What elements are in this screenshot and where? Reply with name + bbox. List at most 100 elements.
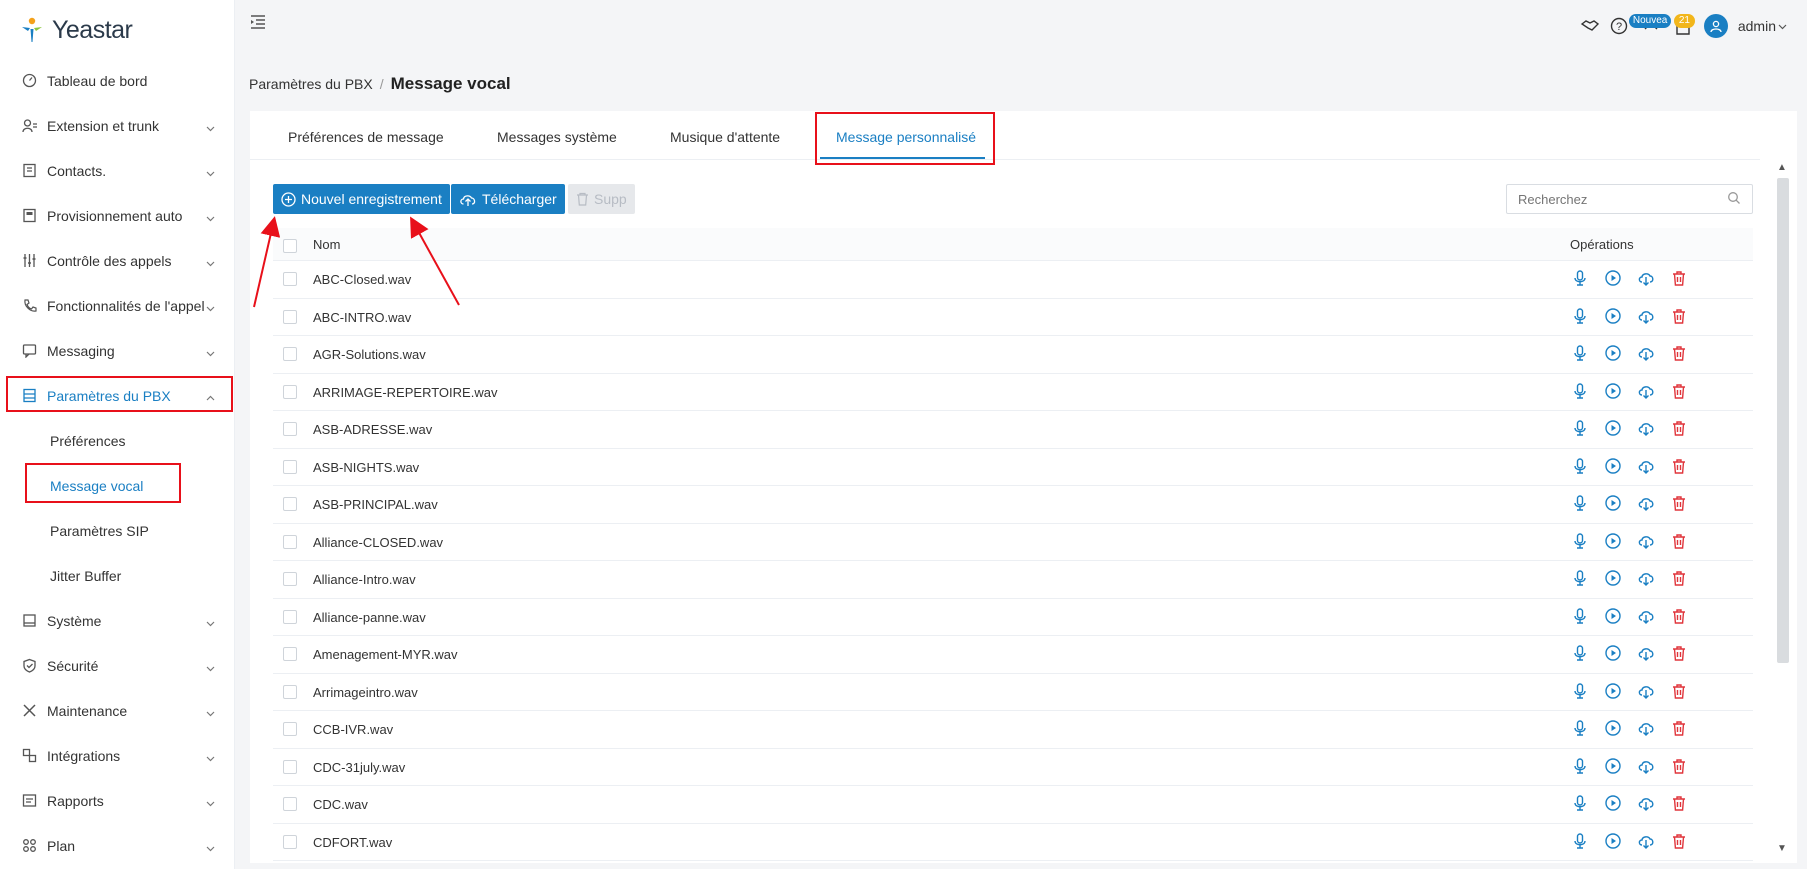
row-checkbox[interactable] — [283, 722, 297, 736]
sidebar-item-extension-et-trunk[interactable]: Extension et trunk — [0, 103, 235, 148]
microphone-icon[interactable] — [1571, 607, 1589, 625]
download-icon[interactable] — [1637, 532, 1655, 550]
row-checkbox[interactable] — [283, 309, 297, 324]
brand-logo[interactable]: Yeastar — [16, 12, 133, 48]
delete-icon[interactable] — [1670, 457, 1688, 475]
handshake-icon[interactable] — [1580, 16, 1600, 36]
microphone-icon[interactable] — [1571, 569, 1589, 587]
play-icon[interactable] — [1604, 757, 1622, 775]
download-icon[interactable] — [1637, 457, 1655, 475]
sidebar-item-messaging[interactable]: Messaging — [0, 328, 235, 373]
sidebar-item-provisionnement-auto[interactable]: Provisionnement auto — [0, 193, 235, 238]
vertical-scrollbar[interactable] — [1777, 178, 1789, 663]
row-checkbox[interactable] — [283, 834, 297, 849]
new-recording-button[interactable]: Nouvel enregistrement — [273, 184, 450, 214]
sidebar-subitem-preferences[interactable]: Préférences — [0, 418, 235, 463]
scroll-down-arrow-icon[interactable]: ▼ — [1777, 843, 1787, 854]
help-icon[interactable]: ? — [1610, 17, 1628, 35]
delete-icon[interactable] — [1670, 682, 1688, 700]
download-icon[interactable] — [1637, 794, 1655, 812]
download-icon[interactable] — [1637, 344, 1655, 362]
row-checkbox[interactable] — [283, 684, 297, 699]
search-input[interactable] — [1506, 184, 1753, 214]
delete-icon[interactable] — [1670, 382, 1688, 400]
sidebar-subitem-message-vocal[interactable]: Message vocal — [0, 463, 235, 508]
delete-icon[interactable] — [1670, 269, 1688, 287]
delete-icon[interactable] — [1670, 344, 1688, 362]
row-checkbox[interactable] — [283, 797, 297, 811]
play-icon[interactable] — [1604, 269, 1622, 287]
microphone-icon[interactable] — [1571, 344, 1589, 362]
microphone-icon[interactable] — [1571, 832, 1589, 850]
sidebar-item-plan[interactable]: Plan — [0, 823, 235, 868]
sidebar-item-fonctionnalites-de-l-appel[interactable]: Fonctionnalités de l'appel — [0, 283, 235, 328]
delete-icon[interactable] — [1670, 307, 1688, 325]
delete-icon[interactable] — [1670, 719, 1688, 737]
play-icon[interactable] — [1604, 682, 1622, 700]
play-icon[interactable] — [1604, 419, 1622, 437]
row-checkbox[interactable] — [283, 497, 297, 511]
row-checkbox[interactable] — [283, 272, 297, 286]
play-icon[interactable] — [1604, 494, 1622, 512]
delete-icon[interactable] — [1670, 794, 1688, 812]
microphone-icon[interactable] — [1571, 494, 1589, 512]
play-icon[interactable] — [1604, 719, 1622, 737]
play-icon[interactable] — [1604, 569, 1622, 587]
download-icon[interactable] — [1637, 832, 1655, 850]
tab-system-messages[interactable]: Messages système — [497, 129, 617, 145]
delete-icon[interactable] — [1670, 569, 1688, 587]
sidebar-subitem-jitter-buffer[interactable]: Jitter Buffer — [0, 553, 235, 598]
avatar[interactable] — [1703, 14, 1728, 38]
download-icon[interactable] — [1637, 569, 1655, 587]
row-checkbox[interactable] — [283, 459, 297, 474]
row-checkbox[interactable] — [283, 384, 297, 399]
sidebar-subitem-parametres-sip[interactable]: Paramètres SIP — [0, 508, 235, 553]
microphone-icon[interactable] — [1571, 757, 1589, 775]
download-icon[interactable] — [1637, 382, 1655, 400]
play-icon[interactable] — [1604, 644, 1622, 662]
upload-button[interactable]: Télécharger — [451, 184, 565, 214]
row-checkbox[interactable] — [283, 422, 297, 436]
download-icon[interactable] — [1637, 269, 1655, 287]
user-menu[interactable]: admin — [1738, 18, 1787, 34]
row-checkbox[interactable] — [283, 347, 297, 361]
play-icon[interactable] — [1604, 307, 1622, 325]
delete-icon[interactable] — [1670, 494, 1688, 512]
sidebar-item-rapports[interactable]: Rapports — [0, 778, 235, 823]
row-checkbox[interactable] — [283, 609, 297, 624]
tab-music-on-hold[interactable]: Musique d'attente — [670, 129, 780, 145]
microphone-icon[interactable] — [1571, 644, 1589, 662]
delete-icon[interactable] — [1670, 644, 1688, 662]
row-checkbox[interactable] — [283, 647, 297, 661]
play-icon[interactable] — [1604, 457, 1622, 475]
play-icon[interactable] — [1604, 532, 1622, 550]
microphone-icon[interactable] — [1571, 269, 1589, 287]
microphone-icon[interactable] — [1571, 682, 1589, 700]
download-icon[interactable] — [1637, 494, 1655, 512]
delete-icon[interactable] — [1670, 532, 1688, 550]
sidebar-item-controle-des-appels[interactable]: Contrôle des appels — [0, 238, 235, 283]
delete-icon[interactable] — [1670, 832, 1688, 850]
play-icon[interactable] — [1604, 382, 1622, 400]
search-icon[interactable] — [1727, 191, 1743, 207]
sidebar-item-maintenance[interactable]: Maintenance — [0, 688, 235, 733]
row-checkbox[interactable] — [283, 572, 297, 586]
microphone-icon[interactable] — [1571, 419, 1589, 437]
collapse-menu-icon[interactable] — [250, 15, 266, 29]
tab-message-preferences[interactable]: Préférences de message — [288, 129, 444, 145]
whats-new-button[interactable]: Nouvea — [1628, 14, 1672, 37]
sidebar-item-securite[interactable]: Sécurité — [0, 643, 235, 688]
delete-icon[interactable] — [1670, 757, 1688, 775]
sidebar-item-systeme[interactable]: Système — [0, 598, 235, 643]
play-icon[interactable] — [1604, 832, 1622, 850]
sidebar-item-integrations[interactable]: Intégrations — [0, 733, 235, 778]
select-all-checkbox[interactable] — [283, 239, 297, 253]
download-icon[interactable] — [1637, 307, 1655, 325]
download-icon[interactable] — [1637, 419, 1655, 437]
download-icon[interactable] — [1637, 644, 1655, 662]
microphone-icon[interactable] — [1571, 719, 1589, 737]
microphone-icon[interactable] — [1571, 382, 1589, 400]
download-icon[interactable] — [1637, 719, 1655, 737]
play-icon[interactable] — [1604, 794, 1622, 812]
play-icon[interactable] — [1604, 607, 1622, 625]
